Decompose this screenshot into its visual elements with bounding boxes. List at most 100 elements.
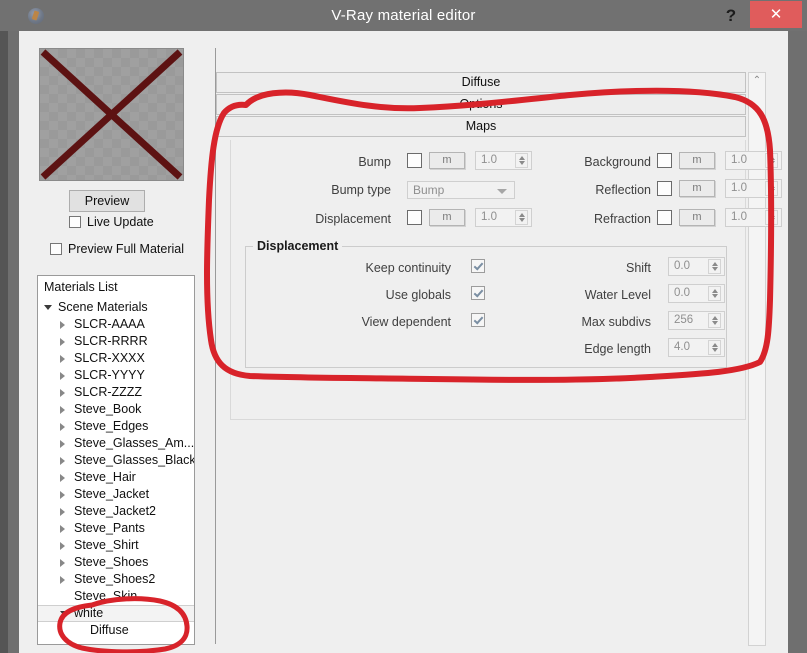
tree-item-steve-pants[interactable]: Steve_Pants <box>38 520 194 537</box>
tree-item-steve-book[interactable]: Steve_Book <box>38 401 194 418</box>
refraction-map-button[interactable]: m <box>679 209 715 226</box>
collapsed-arrow-icon[interactable] <box>60 457 65 465</box>
tree-item-steve-glasses-am[interactable]: Steve_Glasses_Am... <box>38 435 194 452</box>
spinner-arrows-icon[interactable] <box>765 181 778 196</box>
collapsed-arrow-icon[interactable] <box>60 508 65 516</box>
tree-item-steve-hair[interactable]: Steve_Hair <box>38 469 194 486</box>
maps-rollout-body: Bump m 1.0 Bump type Bump Displacement m <box>230 140 782 420</box>
collapsed-arrow-icon[interactable] <box>60 389 65 397</box>
tree-item-label: SLCR-YYYY <box>74 368 145 382</box>
edge-length-spinner[interactable]: 4.0 <box>668 338 725 357</box>
collapsed-arrow-icon[interactable] <box>60 338 65 346</box>
bump-enable-checkbox[interactable] <box>407 153 422 168</box>
refraction-enable-checkbox[interactable] <box>657 210 672 225</box>
expanded-arrow-icon[interactable] <box>60 611 68 616</box>
help-button[interactable]: ? <box>717 0 745 31</box>
dialog-client-area: Preview Live Update Preview Full Materia… <box>19 31 788 653</box>
tree-item-slcr-zzzz[interactable]: SLCR-ZZZZ <box>38 384 194 401</box>
rollout-header-maps[interactable]: Maps <box>216 116 746 137</box>
bump-amount-value: 1.0 <box>481 154 497 166</box>
max-subdivs-spinner[interactable]: 256 <box>668 311 725 330</box>
tree-item-steve-jacket2[interactable]: Steve_Jacket2 <box>38 503 194 520</box>
view-dependent-checkbox[interactable] <box>471 313 485 327</box>
tree-item-steve-skin[interactable]: Steve_Skin <box>38 588 194 605</box>
tree-item-steve-shoes[interactable]: Steve_Shoes <box>38 554 194 571</box>
tree-item-diffuse[interactable]: Diffuse <box>38 622 194 639</box>
tree-item-label: Steve_Pants <box>74 521 145 535</box>
preview-button[interactable]: Preview <box>69 190 145 212</box>
collapsed-arrow-icon[interactable] <box>60 542 65 550</box>
spinner-arrows-icon[interactable] <box>765 153 778 168</box>
live-update-checkbox-row[interactable]: Live Update <box>69 215 154 229</box>
tree-item-slcr-xxxx[interactable]: SLCR-XXXX <box>38 350 194 367</box>
spinner-arrows-icon[interactable] <box>515 153 528 168</box>
collapsed-arrow-icon[interactable] <box>60 474 65 482</box>
spinner-arrows-icon[interactable] <box>708 313 721 328</box>
rollout-header-diffuse[interactable]: Diffuse <box>216 72 746 93</box>
tree-item-label: SLCR-XXXX <box>74 351 145 365</box>
left-edge-strip <box>0 31 19 653</box>
scroll-up-arrow-icon[interactable]: ⌃ <box>749 73 765 90</box>
collapsed-arrow-icon[interactable] <box>60 559 65 567</box>
tree-item-slcr-rrrr[interactable]: SLCR-RRRR <box>38 333 194 350</box>
tree-item-steve-edges[interactable]: Steve_Edges <box>38 418 194 435</box>
bump-type-combobox[interactable]: Bump <box>407 181 515 199</box>
refraction-amount-spinner[interactable]: 1.0 <box>725 208 782 227</box>
chevron-down-icon[interactable] <box>497 189 507 194</box>
collapsed-arrow-icon[interactable] <box>60 372 65 380</box>
use-globals-checkbox[interactable] <box>471 286 485 300</box>
tree-item-steve-jacket[interactable]: Steve_Jacket <box>38 486 194 503</box>
collapsed-arrow-icon[interactable] <box>60 576 65 584</box>
expanded-arrow-icon[interactable] <box>44 305 52 310</box>
tree-item-scene-materials[interactable]: Scene Materials <box>38 299 194 316</box>
tree-item-slcr-aaaa[interactable]: SLCR-AAAA <box>38 316 194 333</box>
background-amount-spinner[interactable]: 1.0 <box>725 151 782 170</box>
water-level-value: 0.0 <box>674 287 690 299</box>
collapsed-arrow-icon[interactable] <box>60 355 65 363</box>
spinner-arrows-icon[interactable] <box>708 340 721 355</box>
displacement-amount-spinner[interactable]: 1.0 <box>475 208 532 227</box>
spinner-arrows-icon[interactable] <box>765 210 778 225</box>
tree-item-steve-glasses-black[interactable]: Steve_Glasses_Black <box>38 452 194 469</box>
collapsed-arrow-icon[interactable] <box>60 423 65 431</box>
close-button[interactable]: ✕ <box>750 1 802 28</box>
tree-item-steve-shirt[interactable]: Steve_Shirt <box>38 537 194 554</box>
collapsed-arrow-icon[interactable] <box>60 321 65 329</box>
materials-list-panel[interactable]: Materials List Scene Materials SLCR-AAAA… <box>37 275 195 645</box>
tree-item-label: Steve_Book <box>74 402 142 416</box>
preview-full-material-checkbox-row[interactable]: Preview Full Material <box>50 242 184 256</box>
preview-full-material-checkbox[interactable] <box>50 243 62 255</box>
title-bar[interactable]: V-Ray material editor ? ✕ <box>0 0 807 31</box>
bump-map-button[interactable]: m <box>429 152 465 169</box>
background-map-button[interactable]: m <box>679 152 715 169</box>
spinner-arrows-icon[interactable] <box>515 210 528 225</box>
left-edge-strip-inner <box>0 31 8 653</box>
background-enable-checkbox[interactable] <box>657 153 672 168</box>
bump-amount-spinner[interactable]: 1.0 <box>475 151 532 170</box>
collapsed-arrow-icon[interactable] <box>60 491 65 499</box>
shift-spinner[interactable]: 0.0 <box>668 257 725 276</box>
tree-item-label: Steve_Shoes2 <box>74 572 156 586</box>
keep-continuity-checkbox[interactable] <box>471 259 485 273</box>
spinner-arrows-icon[interactable] <box>708 286 721 301</box>
tree-item-slcr-yyyy[interactable]: SLCR-YYYY <box>38 367 194 384</box>
tree-item-label: Steve_Hair <box>74 470 136 484</box>
reflection-enable-checkbox[interactable] <box>657 181 672 196</box>
collapsed-arrow-icon[interactable] <box>60 440 65 448</box>
collapsed-arrow-icon[interactable] <box>60 406 65 414</box>
material-preview-thumbnail[interactable] <box>39 48 184 181</box>
vray-app-icon <box>28 8 44 24</box>
spinner-arrows-icon[interactable] <box>708 259 721 274</box>
materials-tree[interactable]: Scene Materials SLCR-AAAA SLCR-RRRR SLCR… <box>38 299 194 639</box>
collapsed-arrow-icon[interactable] <box>60 525 65 533</box>
tree-item-white[interactable]: white <box>38 605 194 622</box>
reflection-map-button[interactable]: m <box>679 180 715 197</box>
displacement-map-button[interactable]: m <box>429 209 465 226</box>
water-level-spinner[interactable]: 0.0 <box>668 284 725 303</box>
tree-item-steve-shoes2[interactable]: Steve_Shoes2 <box>38 571 194 588</box>
tree-item-label: Steve_Shirt <box>74 538 139 552</box>
displacement-enable-checkbox[interactable] <box>407 210 422 225</box>
rollout-header-options[interactable]: Options <box>216 94 746 115</box>
reflection-amount-spinner[interactable]: 1.0 <box>725 179 782 198</box>
live-update-checkbox[interactable] <box>69 216 81 228</box>
